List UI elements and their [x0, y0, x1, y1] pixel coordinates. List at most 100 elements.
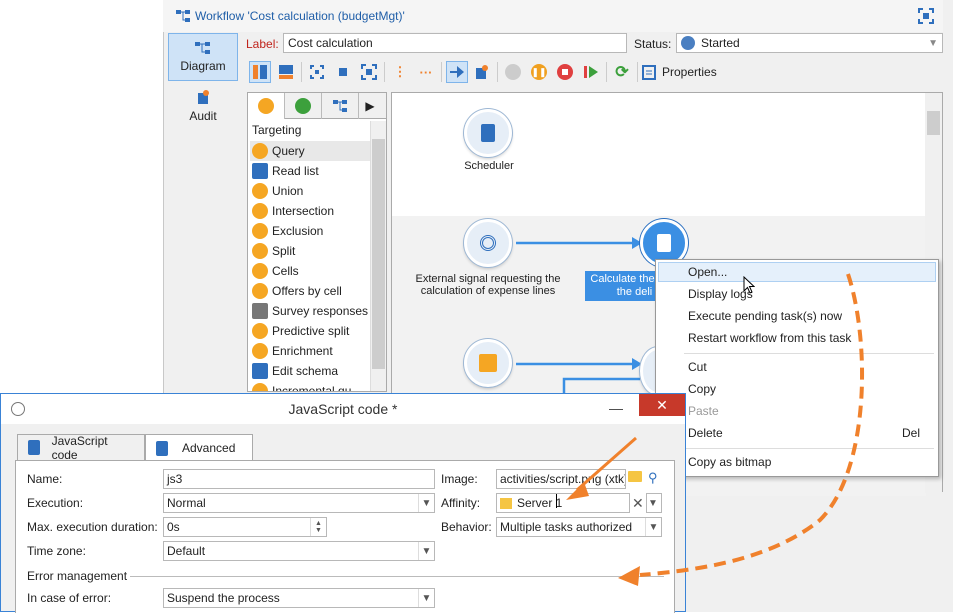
chevron-down-icon: ▼: [645, 518, 661, 536]
align-horizontal-button[interactable]: ···: [415, 61, 437, 83]
palette-tab-actions[interactable]: [322, 93, 359, 119]
palette-item-intersection[interactable]: Intersection: [250, 201, 370, 221]
status-field[interactable]: Started ▼: [676, 33, 943, 53]
palette-item-offers-by-cell[interactable]: Offers by cell: [250, 281, 370, 301]
palette-item-survey-responses[interactable]: Survey responses: [250, 301, 370, 321]
scheduler-label: Scheduler: [464, 160, 514, 172]
pause-button[interactable]: ❚❚: [528, 61, 550, 83]
context-item-execute-pending[interactable]: Execute pending task(s) now: [688, 309, 842, 323]
run-button[interactable]: [446, 61, 468, 83]
behavior-select[interactable]: Multiple tasks authorized ▼: [496, 517, 662, 537]
zoom-full-button[interactable]: [358, 61, 380, 83]
stop-button[interactable]: [554, 61, 576, 83]
context-item-restart[interactable]: Restart workflow from this task: [688, 331, 851, 345]
status-value: Started: [701, 36, 740, 50]
palette-scrollbar[interactable]: [370, 121, 386, 391]
text-caret: [556, 494, 557, 508]
toolbar-separator: [606, 62, 607, 82]
palette-tab-targeting[interactable]: [248, 93, 285, 119]
script-button[interactable]: [471, 61, 493, 83]
image-input[interactable]: activities/script.png (xtk): [496, 469, 626, 489]
split-icon: [252, 243, 268, 259]
tab-diagram-label: Diagram: [180, 59, 226, 73]
external-signal-node[interactable]: [464, 219, 512, 267]
tab-javascript-code[interactable]: JavaScript code: [17, 434, 145, 462]
palette-item-enrichment[interactable]: Enrichment: [250, 341, 370, 361]
timezone-select[interactable]: Default ▼: [163, 541, 435, 561]
chevron-down-icon: ▼: [928, 37, 938, 49]
tab-advanced[interactable]: Advanced: [145, 434, 253, 461]
palette-item-union[interactable]: Union: [250, 181, 370, 201]
zoom-fit-button[interactable]: [306, 61, 328, 83]
union-icon: [252, 183, 268, 199]
palette-item-predictive-split[interactable]: Predictive split: [250, 321, 370, 341]
refresh-button[interactable]: ⟳: [611, 61, 633, 83]
spinner-icon: ▲ ▼: [310, 518, 326, 536]
tab-audit-label: Audit: [189, 109, 217, 123]
context-menu: Open... Display logs Execute pending tas…: [655, 259, 939, 477]
layout-horizontal-button[interactable]: [275, 61, 297, 83]
server-icon: [500, 497, 512, 509]
calculate-label[interactable]: Calculate the the deli: [585, 271, 660, 301]
align-vertical-button[interactable]: ⋮: [389, 61, 411, 83]
palette-item-incremental-query[interactable]: Incremental qu...: [250, 381, 370, 391]
scheduler-node[interactable]: [464, 109, 512, 157]
minimize-icon[interactable]: —: [609, 400, 623, 416]
search-icon[interactable]: ⚲: [648, 470, 658, 486]
enrichment-icon: [252, 343, 268, 359]
name-label: Name:: [27, 472, 63, 486]
maximize-icon[interactable]: [918, 8, 934, 24]
read-list-icon: [252, 163, 268, 179]
context-item-cut[interactable]: Cut: [688, 360, 707, 374]
chevron-down-icon: ▼: [418, 589, 434, 607]
properties-icon: [642, 64, 656, 80]
palette-item-query[interactable]: Query: [250, 141, 370, 161]
clear-icon[interactable]: ✕: [632, 495, 644, 512]
external-signal-label: External signal requesting the calculati…: [415, 273, 561, 297]
activity-palette: ▶ Targeting Query Read list Union Inters…: [247, 92, 387, 392]
context-item-copy-bitmap[interactable]: Copy as bitmap: [688, 455, 771, 469]
toolbar-separator: [497, 62, 498, 82]
layout-vertical-button[interactable]: [249, 61, 271, 83]
name-input[interactable]: js3: [163, 469, 435, 489]
context-delete-shortcut: Del: [902, 426, 921, 440]
calendar-node[interactable]: [464, 339, 512, 387]
close-button[interactable]: ✕: [639, 394, 685, 416]
context-item-delete[interactable]: Delete: [688, 426, 723, 440]
script-icon: [481, 124, 495, 142]
max-duration-stepper[interactable]: 0s ▲ ▼: [163, 517, 327, 537]
unconditional-stop-button[interactable]: [580, 61, 602, 83]
signal-icon: [480, 235, 496, 251]
palette-item-cells[interactable]: Cells: [250, 261, 370, 281]
tab-audit[interactable]: Audit: [168, 86, 238, 126]
predictive-split-icon: [252, 323, 268, 339]
tab-diagram[interactable]: Diagram: [168, 33, 238, 81]
affinity-dropdown[interactable]: ▼: [646, 493, 662, 513]
execution-select[interactable]: Normal ▼: [163, 493, 435, 513]
affinity-input[interactable]: Server 1: [496, 493, 630, 513]
offers-icon: [252, 283, 268, 299]
palette-item-split[interactable]: Split: [250, 241, 370, 261]
palette-tab-flow-control[interactable]: [285, 93, 322, 119]
palette-item-read-list[interactable]: Read list: [250, 161, 370, 181]
properties-button[interactable]: Properties: [642, 64, 717, 80]
behavior-label: Behavior:: [441, 520, 492, 534]
workflow-title-bar: Workflow 'Cost calculation (budgetMgt)': [163, 0, 943, 32]
folder-icon[interactable]: [628, 471, 642, 485]
label-input[interactable]: Cost calculation: [283, 33, 627, 53]
affinity-label: Affinity:: [441, 496, 481, 510]
app-icon: [11, 402, 25, 419]
incremental-query-icon: [252, 383, 268, 391]
palette-tab-scroll[interactable]: ▶: [359, 93, 381, 119]
execution-label: Execution:: [27, 496, 84, 510]
start-icon: [505, 64, 521, 80]
palette-item-exclusion[interactable]: Exclusion: [250, 221, 370, 241]
context-item-copy[interactable]: Copy: [688, 382, 716, 396]
palette-item-edit-schema[interactable]: Edit schema: [250, 361, 370, 381]
context-item-open[interactable]: Open...: [688, 265, 727, 279]
start-button[interactable]: [502, 61, 524, 83]
error-select[interactable]: Suspend the process ▼: [163, 588, 435, 608]
targeting-icon: [258, 98, 274, 114]
max-duration-label: Max. execution duration:: [27, 520, 158, 534]
zoom-small-button[interactable]: [332, 61, 354, 83]
